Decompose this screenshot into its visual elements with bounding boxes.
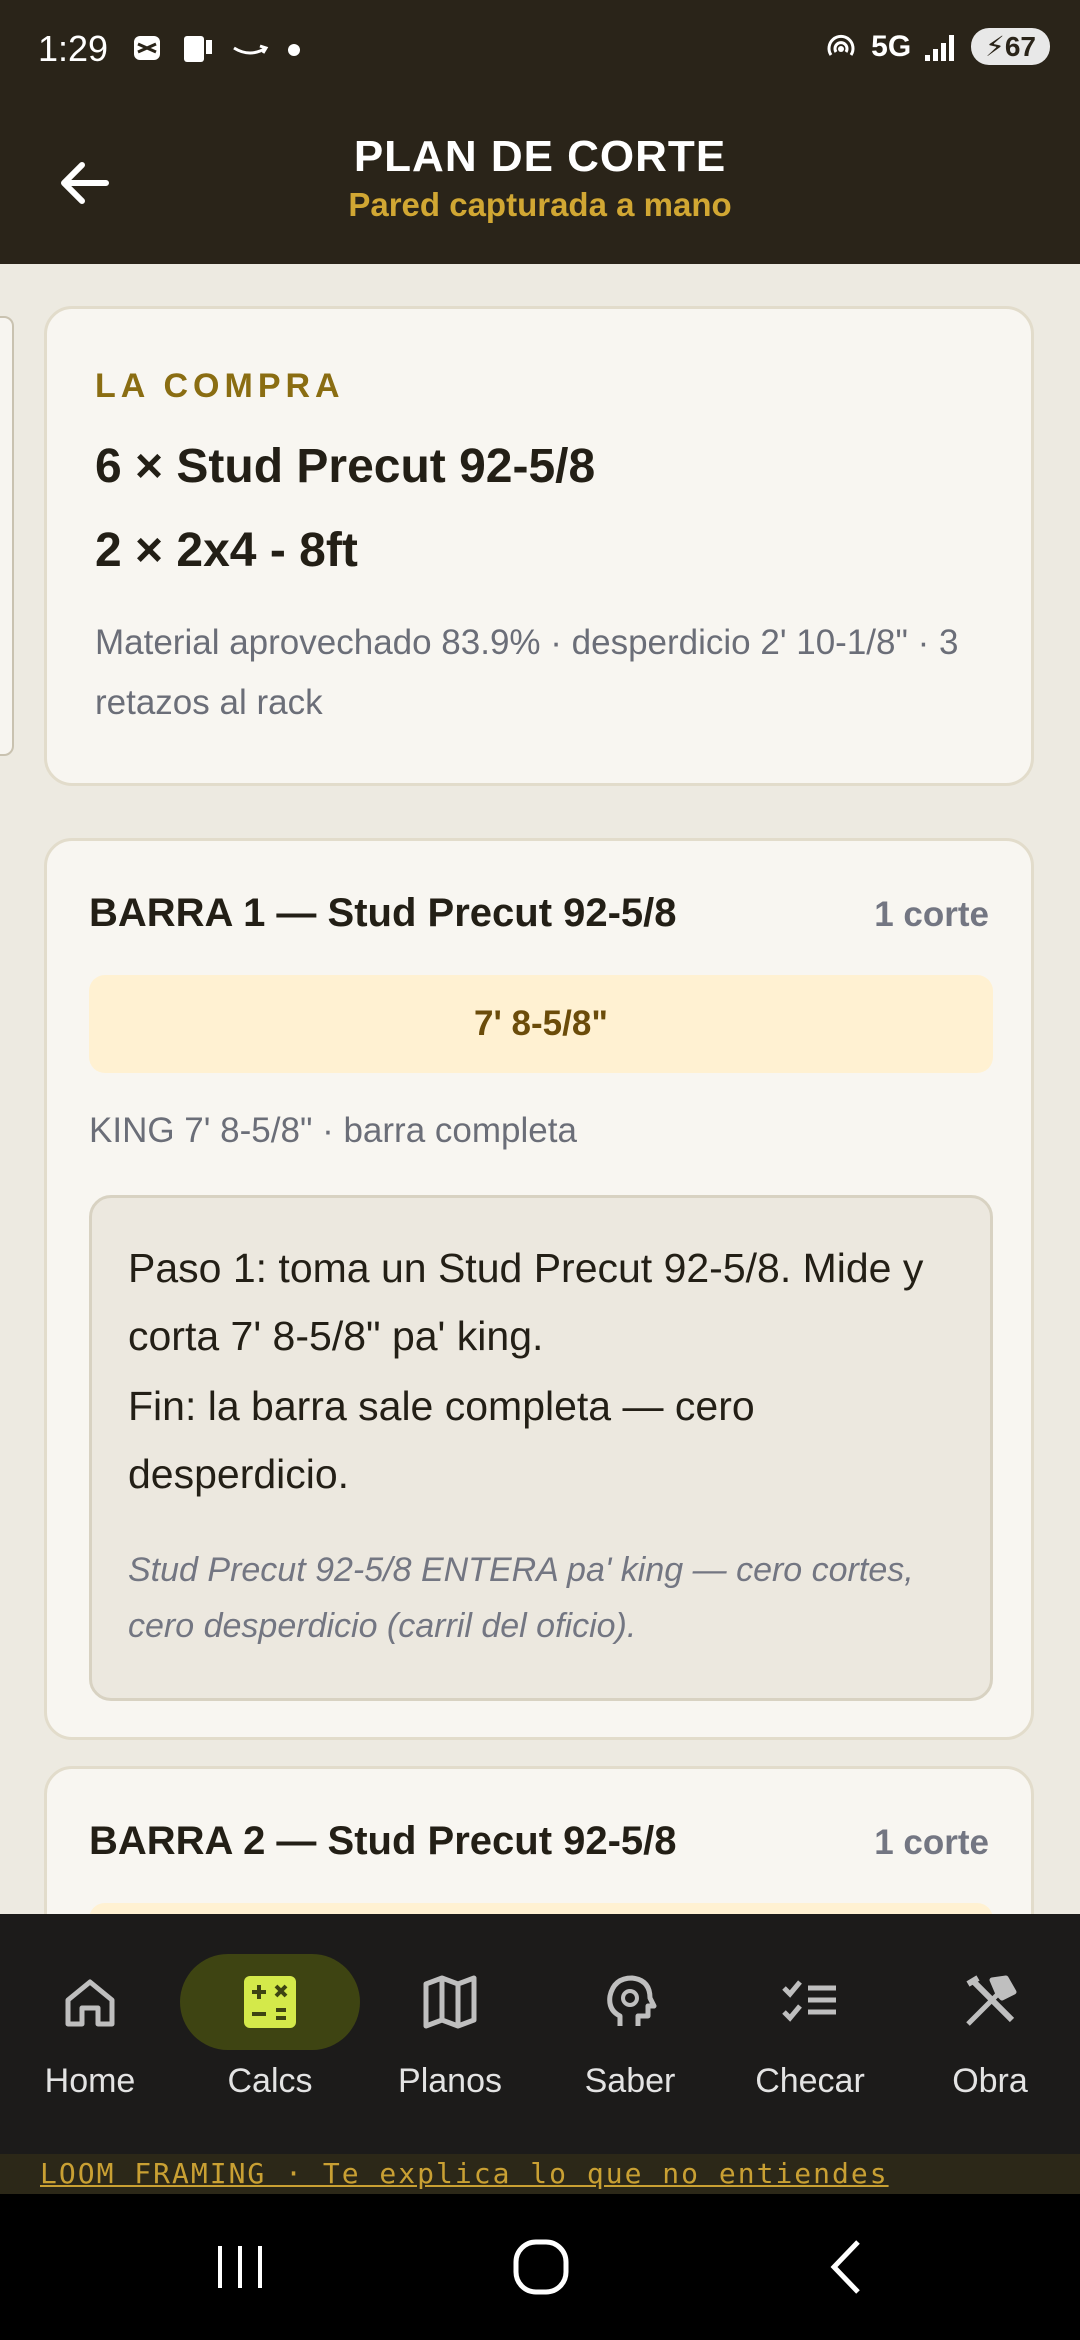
- instruction-finish: Fin: la barra sale completa — cero despe…: [128, 1383, 755, 1497]
- status-right: 5G ⚡67: [823, 28, 1050, 65]
- notification-icons: [130, 30, 304, 66]
- nav-obra[interactable]: Obra: [900, 1954, 1080, 2124]
- calculator-icon: [244, 1976, 296, 2028]
- nav-label: Planos: [398, 2062, 502, 2100]
- home-button-icon[interactable]: [502, 2232, 582, 2302]
- barra-description: KING 7' 8-5/8" · barra completa: [89, 1111, 577, 1150]
- compra-label: LA COMPRA: [95, 367, 345, 405]
- signal-icon: [925, 34, 955, 61]
- instruction-step: Paso 1: toma un Stud Precut 92-5/8. Mide…: [128, 1245, 924, 1359]
- nav-label: Saber: [584, 2062, 676, 2100]
- bottom-navigation: Home Calcs Planos Saber Checar Obra: [0, 1914, 1080, 2154]
- tools-icon: [966, 1975, 1017, 2026]
- footer-banner: LOOM FRAMING · Te explica lo que no enti…: [0, 2154, 1080, 2194]
- sim-card-icon: [184, 36, 212, 62]
- app-bar: PLAN DE CORTE Pared capturada a mano: [0, 102, 1080, 264]
- nav-saber[interactable]: Saber: [540, 1954, 720, 2124]
- barra-cut-count: 1 corte: [874, 895, 989, 934]
- recent-apps-icon[interactable]: [200, 2232, 280, 2302]
- app-notification-icon: [134, 36, 160, 60]
- banner-text: LOOM FRAMING · Te explica lo que no enti…: [40, 2157, 889, 2190]
- checklist-icon: [782, 1980, 836, 2022]
- content-scroll[interactable]: LA COMPRA 6 × Stud Precut 92-5/8 2 × 2x4…: [0, 264, 1080, 1914]
- nav-label: Home: [44, 2062, 136, 2100]
- side-drawer-edge[interactable]: [0, 316, 14, 756]
- nav-checar[interactable]: Checar: [720, 1954, 900, 2124]
- home-icon: [65, 1979, 115, 2027]
- system-back-icon[interactable]: [806, 2232, 886, 2302]
- compra-summary: Material aprovechado 83.9% · desperdicio…: [95, 623, 959, 722]
- page-title: PLAN DE CORTE: [353, 132, 727, 181]
- barra-title: BARRA 1 — Stud Precut 92-5/8: [89, 891, 677, 935]
- dot-icon: [288, 44, 300, 56]
- page-subtitle: Pared capturada a mano: [348, 186, 732, 223]
- map-icon: [423, 1975, 477, 2029]
- nav-label: Obra: [952, 2062, 1028, 2100]
- barra-card: BARRA 2 — Stud Precut 92-5/8 1 corte: [44, 1766, 1034, 1914]
- battery-icon: ⚡67: [971, 28, 1050, 65]
- nav-planos[interactable]: Planos: [360, 1954, 540, 2124]
- nav-label: Calcs: [227, 2062, 313, 2100]
- cut-segment: [89, 1903, 993, 1914]
- compra-card: LA COMPRA 6 × Stud Precut 92-5/8 2 × 2x4…: [44, 306, 1034, 786]
- hotspot-icon: [827, 34, 855, 56]
- battery-level: 67: [1004, 31, 1036, 62]
- instruction-note: Stud Precut 92-5/8 ENTERA pa' king — cer…: [128, 1551, 914, 1645]
- cut-segment: 7' 8-5/8": [89, 975, 993, 1073]
- barra-card: BARRA 1 — Stud Precut 92-5/8 1 corte 7' …: [44, 838, 1034, 1740]
- network-type: 5G: [871, 29, 912, 63]
- nav-calcs[interactable]: Calcs: [180, 1954, 360, 2124]
- amazon-icon: [233, 44, 269, 55]
- instructions-box: Paso 1: toma un Stud Precut 92-5/8. Mide…: [89, 1195, 993, 1701]
- nav-home[interactable]: Home: [0, 1954, 180, 2124]
- status-bar: 1:29 5G ⚡67: [0, 0, 1080, 102]
- compra-item: 6 × Stud Precut 92-5/8: [95, 440, 596, 493]
- status-time: 1:29: [38, 28, 109, 69]
- barra-title: BARRA 2 — Stud Precut 92-5/8: [89, 1819, 677, 1863]
- brain-icon: [607, 1975, 657, 2026]
- barra-cut-count: 1 corte: [874, 1823, 989, 1862]
- nav-label: Checar: [755, 2062, 865, 2100]
- compra-item: 2 × 2x4 - 8ft: [95, 524, 358, 577]
- system-navigation: [0, 2194, 1080, 2340]
